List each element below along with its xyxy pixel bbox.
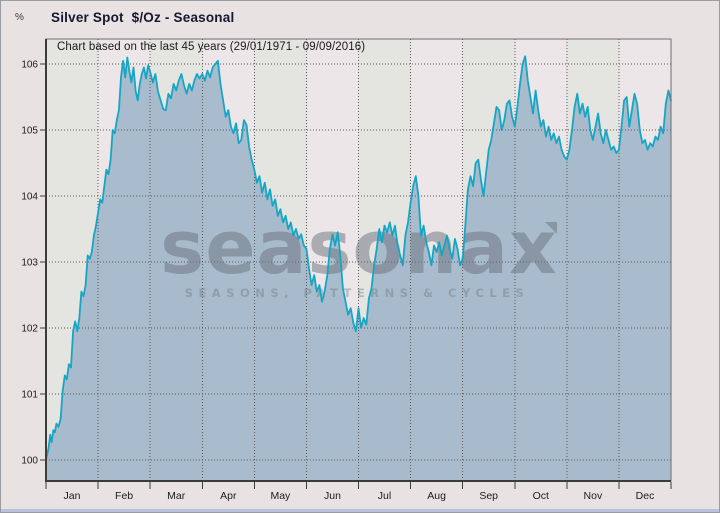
svg-text:Sep: Sep <box>479 490 498 502</box>
svg-text:105: 105 <box>21 126 38 137</box>
chart-annotation: Chart based on the last 45 years (29/01/… <box>57 41 365 53</box>
svg-text:102: 102 <box>21 323 38 334</box>
svg-text:Jan: Jan <box>64 490 81 502</box>
y-axis-labels: 100 101 102 103 104 105 106 <box>21 60 38 467</box>
seasonax-watermark: seasonaxSEASONS, PATTERNS & CYCLES <box>160 205 557 300</box>
svg-text:101: 101 <box>21 389 38 400</box>
seasonal-chart-canvas[interactable]: seasonaxSEASONS, PATTERNS & CYCLES 100 101… <box>1 1 720 513</box>
svg-text:May: May <box>270 490 291 502</box>
svg-text:106: 106 <box>21 60 38 71</box>
watermark-tagline: SEASONS, PATTERNS & CYCLES <box>185 286 530 300</box>
svg-text:104: 104 <box>21 192 38 203</box>
watermark-wordmark: seasonax <box>160 205 557 291</box>
svg-text:Apr: Apr <box>220 490 237 502</box>
svg-text:Jun: Jun <box>324 490 341 502</box>
x-axis-labels: Jan Feb Mar Apr May Jun Jul Aug Sep Oct Nov Dec <box>64 490 655 502</box>
svg-text:Jul: Jul <box>378 490 391 502</box>
svg-text:100: 100 <box>21 455 38 466</box>
svg-text:Aug: Aug <box>427 490 446 502</box>
seasonax-chart-window: % Silver Spot $/Oz - Seasonal Chart base… <box>0 0 720 513</box>
svg-text:Oct: Oct <box>533 490 549 502</box>
svg-text:Dec: Dec <box>636 490 655 502</box>
svg-text:Feb: Feb <box>115 490 133 502</box>
svg-text:Nov: Nov <box>584 490 603 502</box>
svg-text:Mar: Mar <box>167 490 186 502</box>
svg-text:103: 103 <box>21 258 38 269</box>
